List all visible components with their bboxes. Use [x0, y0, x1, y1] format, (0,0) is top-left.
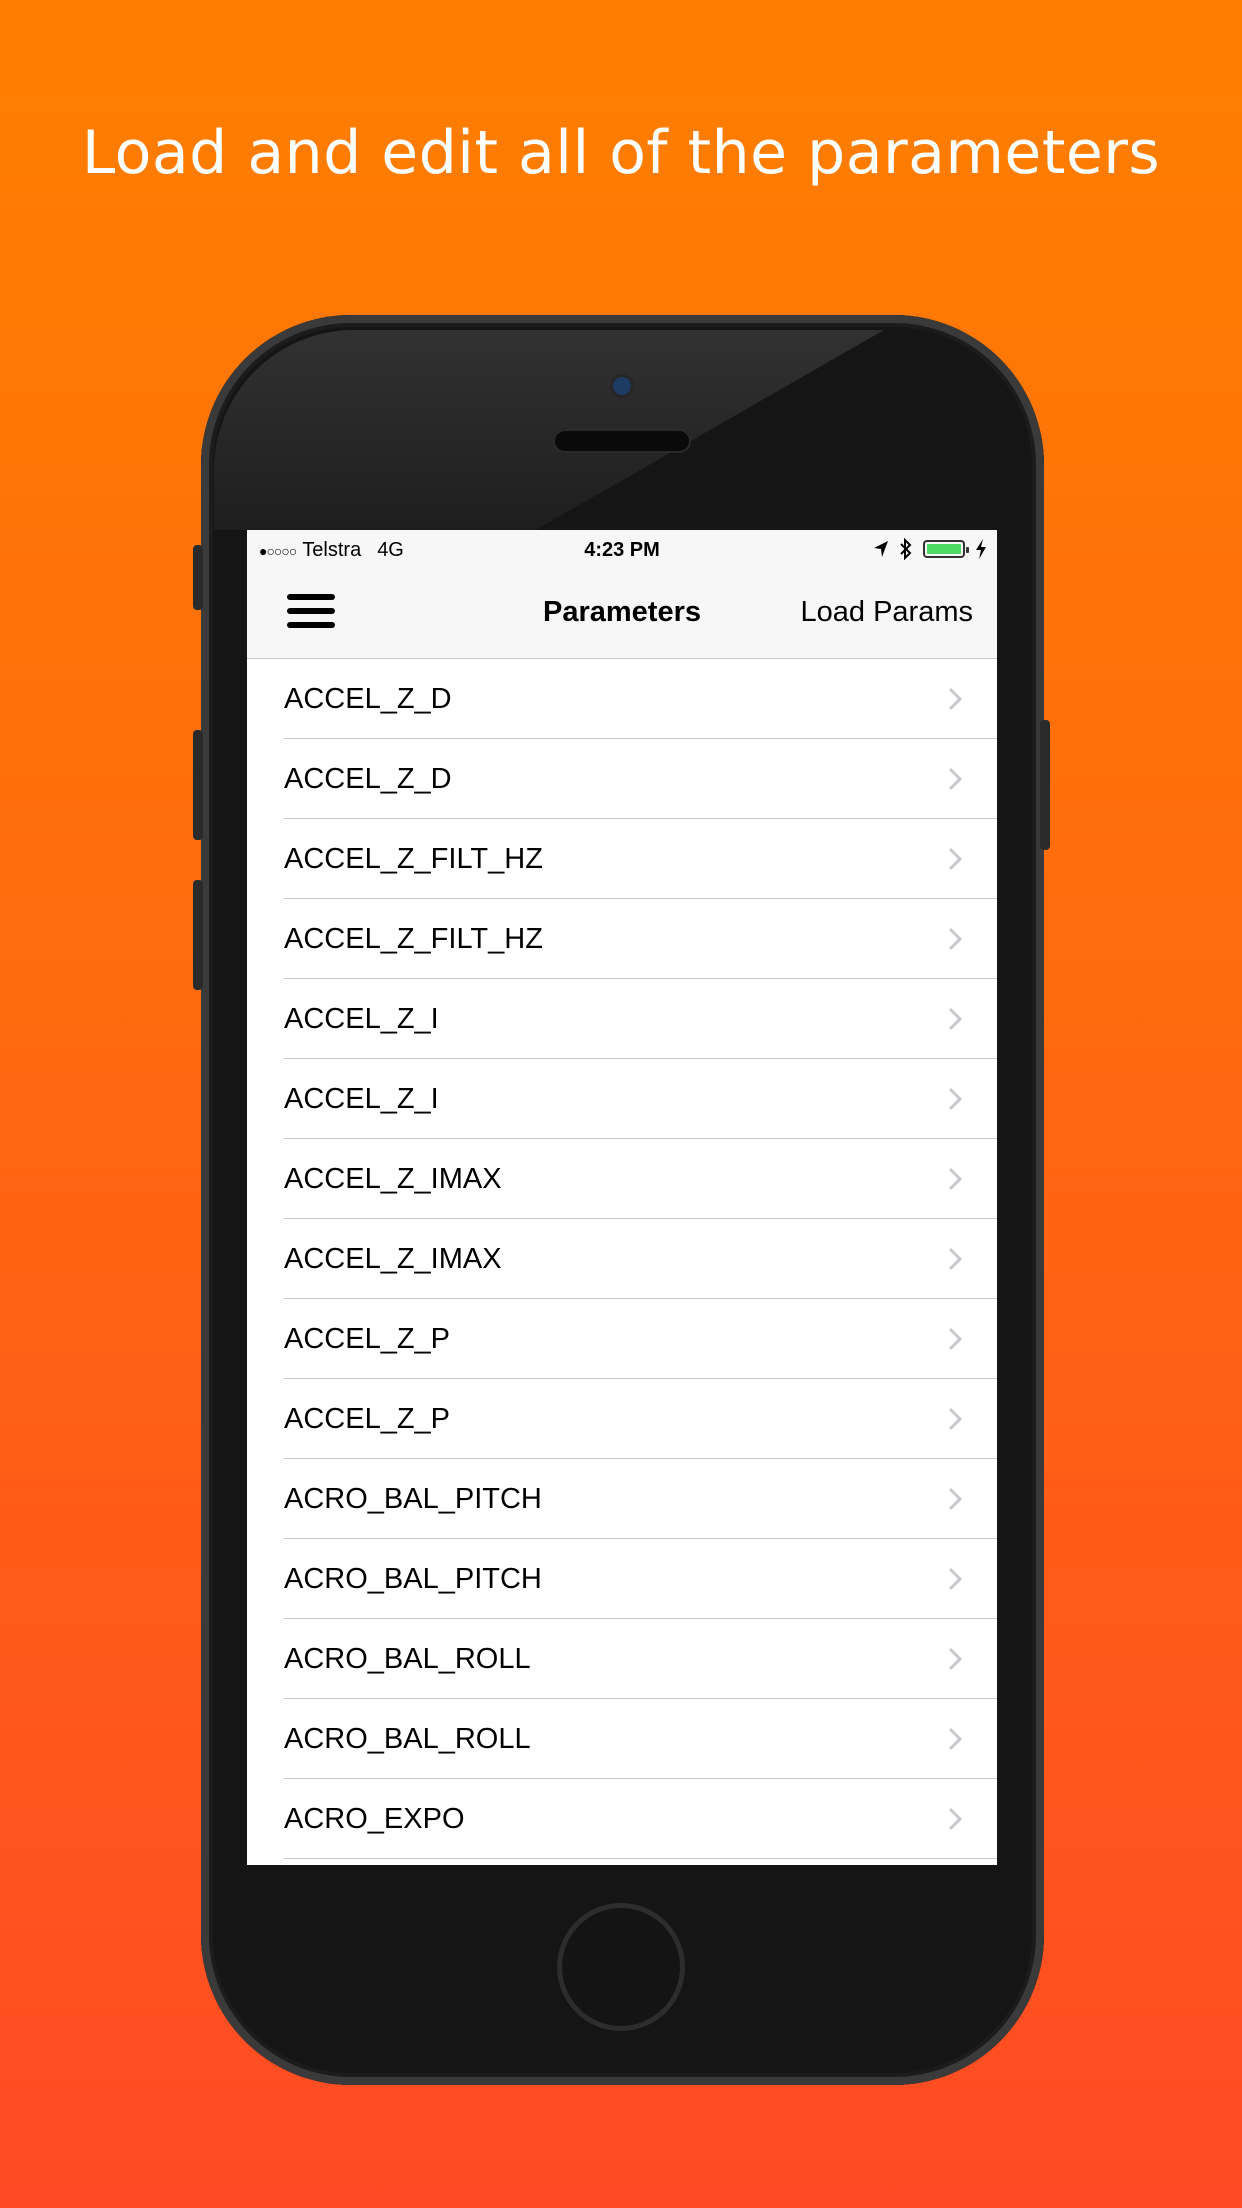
- parameter-row[interactable]: ACRO_BAL_PITCH: [247, 1539, 997, 1619]
- chevron-right-icon: [948, 927, 962, 951]
- status-right: [873, 538, 987, 560]
- status-bar: ●○○○○ Telstra 4G 4:23 PM: [247, 530, 997, 570]
- chevron-right-icon: [948, 1407, 962, 1431]
- proximity-sensor: [505, 436, 517, 448]
- parameter-name: ACCEL_Z_D: [284, 683, 452, 715]
- volume-down-button: [193, 880, 203, 990]
- parameter-name: ACRO_BAL_PITCH: [284, 1483, 542, 1515]
- parameter-row[interactable]: ACRO_BAL_PITCH: [247, 1459, 997, 1539]
- mute-switch: [193, 545, 203, 610]
- parameter-name: ACCEL_Z_P: [284, 1403, 451, 1435]
- chevron-right-icon: [948, 767, 962, 791]
- home-button[interactable]: [557, 1903, 685, 2031]
- power-button: [1040, 720, 1050, 850]
- chevron-right-icon: [948, 1247, 962, 1271]
- parameter-row[interactable]: ACCEL_Z_I: [247, 1059, 997, 1139]
- charging-bolt-icon: [976, 539, 986, 559]
- headline: Load and edit all of the parameters: [81, 118, 1161, 188]
- parameter-name: ACCEL_Z_D: [284, 763, 452, 795]
- navigation-bar: Parameters Load Params: [247, 570, 997, 659]
- earpiece-speaker: [555, 431, 689, 451]
- parameter-row[interactable]: ACCEL_Z_I: [247, 979, 997, 1059]
- parameter-name: ACCEL_Z_I: [284, 1003, 439, 1035]
- chevron-right-icon: [948, 847, 962, 871]
- load-params-button[interactable]: Load Params: [801, 596, 974, 629]
- parameter-row[interactable]: ACCEL_Z_IMAX: [247, 1219, 997, 1299]
- parameter-name: ACCEL_Z_IMAX: [284, 1163, 502, 1195]
- parameter-row[interactable]: ACRO_EXPO: [247, 1779, 997, 1859]
- chevron-right-icon: [948, 1727, 962, 1751]
- chevron-right-icon: [948, 687, 962, 711]
- chevron-right-icon: [948, 1327, 962, 1351]
- parameter-name: ACCEL_Z_P: [284, 1323, 451, 1355]
- parameter-name: ACRO_EXPO: [284, 1803, 465, 1835]
- parameter-name: ACCEL_Z_IMAX: [284, 1243, 502, 1275]
- parameter-row[interactable]: ACRO_BAL_ROLL: [247, 1699, 997, 1779]
- parameter-row[interactable]: ACRO_BAL_ROLL: [247, 1619, 997, 1699]
- chevron-right-icon: [948, 1807, 962, 1831]
- volume-up-button: [193, 730, 203, 840]
- parameter-list: ACCEL_Z_D ACCEL_Z_D ACCEL_Z_FILT_HZ ACCEL_Z…: [247, 659, 997, 1859]
- chevron-right-icon: [948, 1487, 962, 1511]
- chevron-right-icon: [948, 1647, 962, 1671]
- parameter-name: ACCEL_Z_I: [284, 1083, 439, 1115]
- location-arrow-icon: [874, 541, 888, 557]
- chevron-right-icon: [948, 1007, 962, 1031]
- parameter-row[interactable]: ACCEL_Z_P: [247, 1379, 997, 1459]
- chevron-right-icon: [948, 1167, 962, 1191]
- parameter-row[interactable]: ACCEL_Z_D: [247, 739, 997, 819]
- parameter-row[interactable]: ACCEL_Z_FILT_HZ: [247, 899, 997, 979]
- chevron-right-icon: [948, 1087, 962, 1111]
- parameter-name: ACCEL_Z_FILT_HZ: [284, 923, 543, 955]
- parameter-row[interactable]: ACCEL_Z_FILT_HZ: [247, 819, 997, 899]
- parameter-name: ACRO_BAL_ROLL: [284, 1723, 531, 1755]
- bluetooth-icon: [900, 538, 912, 560]
- parameter-row[interactable]: ACCEL_Z_IMAX: [247, 1139, 997, 1219]
- parameter-row[interactable]: ACCEL_Z_D: [247, 659, 997, 739]
- front-camera: [613, 377, 631, 395]
- parameter-name: ACCEL_Z_FILT_HZ: [284, 843, 543, 875]
- parameter-name: ACRO_BAL_PITCH: [284, 1563, 542, 1595]
- parameter-name: ACRO_BAL_ROLL: [284, 1643, 531, 1675]
- chevron-right-icon: [948, 1567, 962, 1591]
- parameter-row[interactable]: ACCEL_Z_P: [247, 1299, 997, 1379]
- battery-icon: [923, 540, 969, 558]
- phone-screen: ●○○○○ Telstra 4G 4:23 PM Parameters Load…: [247, 530, 997, 1865]
